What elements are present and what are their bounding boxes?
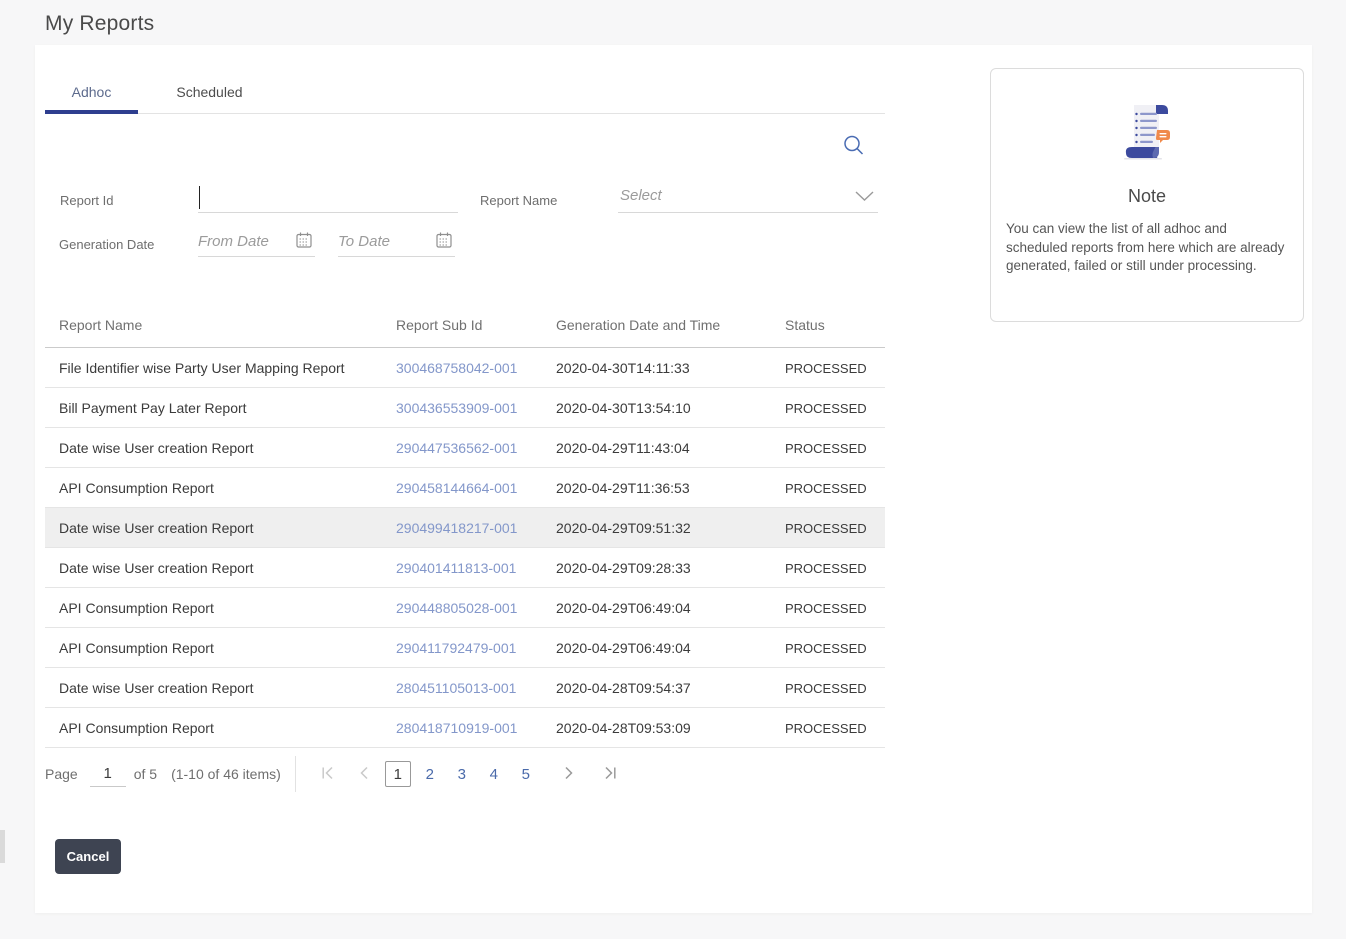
page-number[interactable]: 3	[449, 761, 475, 787]
table-row: API Consumption Report 290448805028-001 20…	[45, 588, 885, 628]
report-sub-id-link[interactable]: 290499418217-001	[396, 520, 517, 536]
chevron-left-icon	[359, 766, 369, 783]
report-sub-id-link[interactable]: 280451105013-001	[396, 680, 516, 696]
report-name-cell: API Consumption Report	[59, 640, 214, 656]
reports-table: Report Name Report Sub Id Generation Dat…	[45, 303, 885, 748]
generation-date-cell: 2020-04-29T06:49:04	[556, 640, 691, 656]
table-header-row: Report Name Report Sub Id Generation Dat…	[45, 303, 885, 348]
page-number-current[interactable]: 1	[385, 761, 411, 787]
status-cell: PROCESSED	[785, 601, 867, 616]
page-number[interactable]: 5	[513, 761, 539, 787]
table-row: Date wise User creation Report 2904475365…	[45, 428, 885, 468]
first-page-button[interactable]	[315, 761, 341, 787]
generation-date-cell: 2020-04-30T14:11:33	[556, 360, 690, 376]
column-header: Report Name	[45, 303, 396, 347]
reports-panel: Adhoc Scheduled Report Id Report Name Se…	[35, 45, 1312, 913]
status-cell: PROCESSED	[785, 481, 867, 496]
status-cell: PROCESSED	[785, 521, 867, 536]
first-page-icon	[321, 766, 335, 783]
status-cell: PROCESSED	[785, 641, 867, 656]
table-row: Bill Payment Pay Later Report 30043655390…	[45, 388, 885, 428]
status-cell: PROCESSED	[785, 721, 867, 736]
report-document-icon	[991, 97, 1303, 172]
generation-date-cell: 2020-04-29T06:49:04	[556, 600, 691, 616]
note-card: Note You can view the list of all adhoc …	[990, 68, 1304, 322]
table-row: File Identifier wise Party User Mapping …	[45, 348, 885, 388]
page-number-list: 12345	[382, 761, 542, 787]
report-name-cell: Date wise User creation Report	[59, 560, 254, 576]
page-label: Page	[45, 766, 78, 782]
report-sub-id-link[interactable]: 300436553909-001	[396, 400, 517, 416]
page-title: My Reports	[45, 12, 154, 36]
pagination: Page of 5 (1-10 of 46 items) 12345	[45, 754, 885, 794]
table-row: API Consumption Report 290458144664-001 20…	[45, 468, 885, 508]
report-sub-id-link[interactable]: 300468758042-001	[396, 360, 517, 376]
table-row: API Consumption Report 290411792479-001 20…	[45, 628, 885, 668]
items-range-label: (1-10 of 46 items)	[171, 766, 281, 782]
report-sub-id-link[interactable]: 290411792479-001	[396, 640, 516, 656]
divider	[295, 756, 296, 792]
report-name-select[interactable]: Select	[618, 183, 878, 213]
column-header: Generation Date and Time	[556, 303, 785, 347]
report-sub-id-link[interactable]: 290447536562-001	[396, 440, 517, 456]
table-row: Date wise User creation Report 2904994182…	[45, 508, 885, 548]
tab-scheduled[interactable]: Scheduled	[166, 73, 252, 114]
report-name-cell: API Consumption Report	[59, 480, 214, 496]
page-number[interactable]: 4	[481, 761, 507, 787]
status-cell: PROCESSED	[785, 681, 867, 696]
report-sub-id-link[interactable]: 280418710919-001	[396, 720, 517, 736]
report-name-cell: Date wise User creation Report	[59, 440, 254, 456]
calendar-icon[interactable]	[295, 231, 313, 254]
scrollbar-thumb[interactable]	[0, 830, 5, 863]
search-button[interactable]	[841, 133, 867, 159]
chevron-right-icon	[564, 766, 574, 783]
note-title: Note	[991, 186, 1303, 207]
report-name-cell: Date wise User creation Report	[59, 520, 254, 536]
table-row: Date wise User creation Report 2804511050…	[45, 668, 885, 708]
report-id-input[interactable]	[198, 183, 458, 213]
generation-date-cell: 2020-04-30T13:54:10	[556, 400, 691, 416]
report-name-cell: Date wise User creation Report	[59, 680, 254, 696]
report-name-cell: API Consumption Report	[59, 720, 214, 736]
page-number[interactable]: 2	[417, 761, 443, 787]
note-body-text: You can view the list of all adhoc and s…	[1006, 220, 1287, 276]
tab-adhoc[interactable]: Adhoc	[45, 73, 138, 114]
status-cell: PROCESSED	[785, 441, 867, 456]
page-input[interactable]	[90, 761, 126, 787]
generation-date-cell: 2020-04-28T09:54:37	[556, 680, 691, 696]
previous-page-button[interactable]	[351, 761, 377, 787]
page-of-label: of 5	[134, 766, 157, 782]
next-page-button[interactable]	[556, 761, 582, 787]
table-row: API Consumption Report 280418710919-001 20…	[45, 708, 885, 748]
last-page-icon	[603, 766, 617, 783]
calendar-icon[interactable]	[435, 231, 453, 254]
column-header: Report Sub Id	[396, 303, 556, 347]
search-icon	[841, 146, 867, 163]
column-header: Status	[785, 303, 885, 347]
report-name-label: Report Name	[480, 193, 557, 208]
generation-date-cell: 2020-04-29T09:28:33	[556, 560, 691, 576]
report-table-body: File Identifier wise Party User Mapping …	[45, 348, 885, 748]
generation-date-cell: 2020-04-29T11:43:04	[556, 440, 690, 456]
tab-bar: Adhoc Scheduled	[45, 73, 885, 114]
report-name-cell: Bill Payment Pay Later Report	[59, 400, 247, 416]
select-placeholder: Select	[618, 183, 662, 209]
text-cursor	[199, 186, 200, 209]
report-id-label: Report Id	[60, 193, 113, 208]
table-row: Date wise User creation Report 2904014118…	[45, 548, 885, 588]
generation-date-cell: 2020-04-29T11:36:53	[556, 480, 690, 496]
last-page-button[interactable]	[597, 761, 623, 787]
report-name-cell: File Identifier wise Party User Mapping …	[59, 360, 345, 376]
status-cell: PROCESSED	[785, 401, 867, 416]
generation-date-cell: 2020-04-28T09:53:09	[556, 720, 691, 736]
status-cell: PROCESSED	[785, 361, 867, 376]
report-sub-id-link[interactable]: 290401411813-001	[396, 560, 516, 576]
generation-date-label: Generation Date	[59, 237, 154, 252]
generation-date-cell: 2020-04-29T09:51:32	[556, 520, 691, 536]
status-cell: PROCESSED	[785, 561, 867, 576]
report-name-cell: API Consumption Report	[59, 600, 214, 616]
report-sub-id-link[interactable]: 290458144664-001	[396, 480, 517, 496]
report-sub-id-link[interactable]: 290448805028-001	[396, 600, 517, 616]
cancel-button[interactable]: Cancel	[55, 839, 121, 874]
